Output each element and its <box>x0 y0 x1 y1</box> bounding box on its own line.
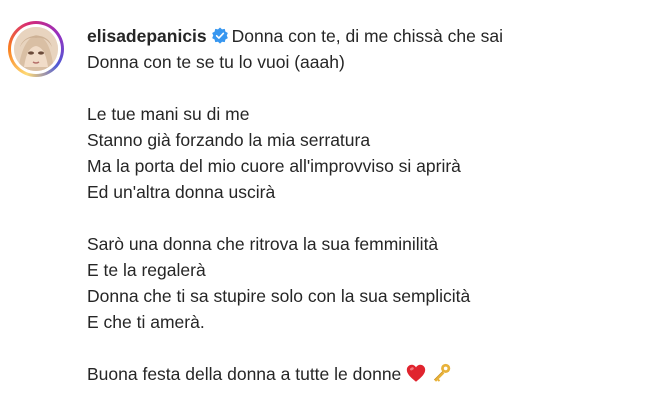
avatar-border <box>11 24 61 74</box>
caption-line: Buona festa della donna a tutte le donne <box>87 361 637 387</box>
username-link[interactable]: elisadepanicis <box>87 26 207 46</box>
heart-emoji-icon <box>407 364 426 382</box>
caption-line: Donna che ti sa stupire solo con la sua … <box>87 286 471 306</box>
caption-line-text: Donna con te, di me chissà che sai <box>231 26 504 46</box>
caption-line-text: Buona festa della donna a tutte le donne <box>87 364 402 384</box>
caption-line: E che ti amerà. <box>87 312 205 332</box>
caption-line: Stanno già forzando la mia serratura <box>87 130 371 150</box>
post-caption: elisadepanicis Donna con te, di me chissà… <box>0 0 645 413</box>
key-emoji-icon <box>434 363 451 382</box>
avatar[interactable] <box>8 21 64 77</box>
avatar-photo <box>14 27 58 71</box>
caption-line: E te la regalerà <box>87 260 206 280</box>
caption-line: Donna con te se tu lo vuoi (aaah) <box>87 52 345 72</box>
caption-line: Ma la porta del mio cuore all'improvviso… <box>87 156 461 176</box>
caption-text: elisadepanicis Donna con te, di me chissà… <box>87 23 637 387</box>
verified-badge-icon <box>211 27 228 44</box>
caption-line: Le tue mani su di me <box>87 104 250 124</box>
caption-line: elisadepanicis Donna con te, di me chissà… <box>87 23 637 49</box>
caption-line: Sarò una donna che ritrova la sua femmin… <box>87 234 439 254</box>
caption-line: Ed un'altra donna uscirà <box>87 182 276 202</box>
